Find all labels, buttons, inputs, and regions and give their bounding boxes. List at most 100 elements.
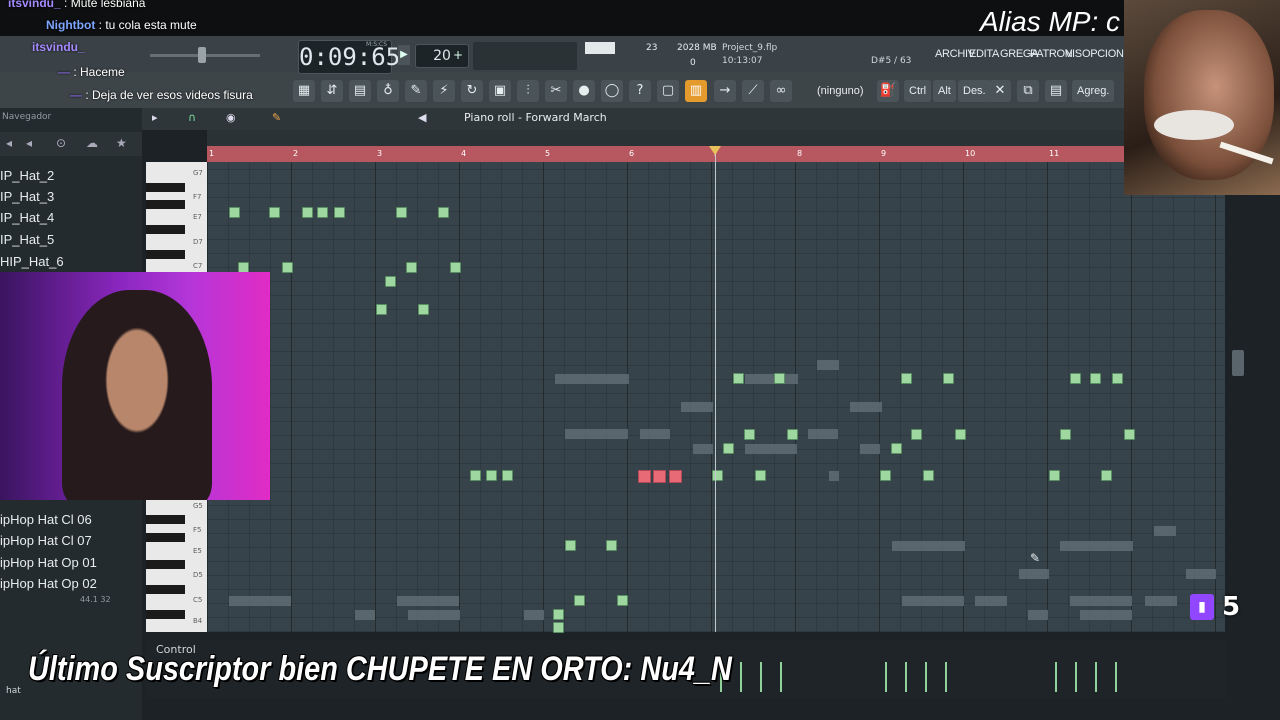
star-icon[interactable]: ★ xyxy=(116,136,127,150)
selected-note[interactable] xyxy=(638,470,651,483)
none-selector[interactable]: (ninguno) xyxy=(812,80,868,102)
note[interactable] xyxy=(755,470,766,481)
note[interactable] xyxy=(334,207,345,218)
speaker-icon[interactable]: ◀ xyxy=(418,111,426,124)
pattern-selector[interactable] xyxy=(473,42,577,70)
velocity-bar[interactable] xyxy=(760,662,762,692)
note[interactable] xyxy=(1070,373,1081,384)
stamp-icon[interactable]: ⛽ xyxy=(877,80,899,102)
note[interactable] xyxy=(1112,373,1123,384)
velocity-bar[interactable] xyxy=(1055,662,1057,692)
note[interactable] xyxy=(269,207,280,218)
browser-item-selected[interactable]: HIP_Hat_6 xyxy=(0,254,64,269)
record-mic-icon[interactable]: ● xyxy=(573,80,595,102)
note[interactable] xyxy=(553,622,564,633)
note[interactable] xyxy=(418,304,429,315)
link-icon[interactable]: ∞ xyxy=(770,80,792,102)
velocity-bar[interactable] xyxy=(905,662,907,692)
vertical-scrollbar[interactable] xyxy=(1232,350,1244,376)
piano-roll-menu-icon[interactable]: ▸ xyxy=(152,111,158,124)
note[interactable] xyxy=(617,595,628,606)
cut-tool-icon[interactable]: ✕ xyxy=(989,80,1011,102)
paste-icon[interactable]: ▤ xyxy=(1045,80,1067,102)
pencil-tool-icon[interactable]: ✎ xyxy=(272,111,281,124)
brush-icon[interactable]: ⟋ xyxy=(742,80,764,102)
alt-button[interactable]: Alt xyxy=(933,80,956,102)
black-key[interactable] xyxy=(146,533,185,542)
note[interactable] xyxy=(774,373,785,384)
note[interactable] xyxy=(943,373,954,384)
mixer-icon[interactable]: ⫶ xyxy=(517,80,539,102)
note[interactable] xyxy=(787,429,798,440)
note[interactable] xyxy=(302,207,313,218)
menu-vista[interactable]: VIS xyxy=(1065,48,1082,60)
browser-search-field[interactable]: hat xyxy=(6,686,21,696)
note[interactable] xyxy=(574,595,585,606)
des-button[interactable]: Des. xyxy=(958,80,991,102)
note[interactable] xyxy=(406,262,417,273)
menu-edita[interactable]: EDITA xyxy=(969,48,999,60)
note[interactable] xyxy=(712,470,723,481)
black-key[interactable] xyxy=(146,250,185,259)
velocity-bar[interactable] xyxy=(740,662,742,692)
search-icon[interactable]: ⊙ xyxy=(56,136,66,150)
note[interactable] xyxy=(955,429,966,440)
pattern-icon[interactable]: ▦ xyxy=(293,80,315,102)
playhead-marker[interactable] xyxy=(709,146,721,155)
browser-item[interactable]: IP_Hat_2 xyxy=(0,168,54,183)
arrow-right-icon[interactable]: → xyxy=(714,80,736,102)
fx-icon[interactable]: ⚡ xyxy=(433,80,455,102)
master-volume-knob[interactable] xyxy=(198,47,206,63)
black-key[interactable] xyxy=(146,560,185,569)
black-key[interactable] xyxy=(146,515,185,524)
note[interactable] xyxy=(1049,470,1060,481)
note[interactable] xyxy=(1090,373,1101,384)
velocity-bar[interactable] xyxy=(780,662,782,692)
velocity-bar[interactable] xyxy=(885,662,887,692)
cloud-icon[interactable]: ☁ xyxy=(86,136,98,150)
velocity-bar[interactable] xyxy=(945,662,947,692)
note[interactable] xyxy=(438,207,449,218)
browser-item[interactable]: IP_Hat_4 xyxy=(0,210,54,225)
note[interactable] xyxy=(723,443,734,454)
pattern-overview[interactable] xyxy=(207,130,1127,146)
browser-item[interactable]: ipHop Hat Cl 06 xyxy=(0,512,92,527)
black-key[interactable] xyxy=(146,585,185,594)
browser-item[interactable]: ipHop Hat Cl 07 xyxy=(0,533,92,548)
note[interactable] xyxy=(376,304,387,315)
note[interactable] xyxy=(396,207,407,218)
note[interactable] xyxy=(229,207,240,218)
note[interactable] xyxy=(1060,429,1071,440)
note[interactable] xyxy=(282,262,293,273)
black-key[interactable] xyxy=(146,610,185,619)
note[interactable] xyxy=(606,540,617,551)
note[interactable] xyxy=(891,443,902,454)
note[interactable] xyxy=(744,429,755,440)
note[interactable] xyxy=(385,276,396,287)
selected-note[interactable] xyxy=(669,470,682,483)
tempo-plus-button[interactable]: + xyxy=(453,45,465,65)
pencil-icon[interactable]: ✎ xyxy=(405,80,427,102)
note[interactable] xyxy=(553,609,564,620)
help-icon[interactable]: ? xyxy=(629,80,651,102)
selected-note[interactable] xyxy=(653,470,666,483)
browser-item[interactable]: ipHop Hat Op 02 xyxy=(0,576,97,591)
save-icon[interactable]: ▣ xyxy=(489,80,511,102)
black-key[interactable] xyxy=(146,200,185,209)
note[interactable] xyxy=(1101,470,1112,481)
stamp-tool-icon[interactable]: ◉ xyxy=(226,111,236,124)
playhead[interactable] xyxy=(715,146,716,632)
browser-icon[interactable]: ▢ xyxy=(657,80,679,102)
snap-icon[interactable]: ⇵ xyxy=(321,80,343,102)
note-grid[interactable] xyxy=(207,162,1225,632)
velocity-bar[interactable] xyxy=(1095,662,1097,692)
note[interactable] xyxy=(450,262,461,273)
black-key[interactable] xyxy=(146,225,185,234)
note[interactable] xyxy=(317,207,328,218)
add-button[interactable]: Agreg. xyxy=(1072,80,1115,102)
ctrl-button[interactable]: Ctrl xyxy=(904,80,932,102)
browser-item[interactable]: ipHop Hat Op 01 xyxy=(0,555,97,570)
black-key[interactable] xyxy=(146,183,185,192)
note[interactable] xyxy=(565,540,576,551)
chat-icon[interactable]: ◯ xyxy=(601,80,623,102)
